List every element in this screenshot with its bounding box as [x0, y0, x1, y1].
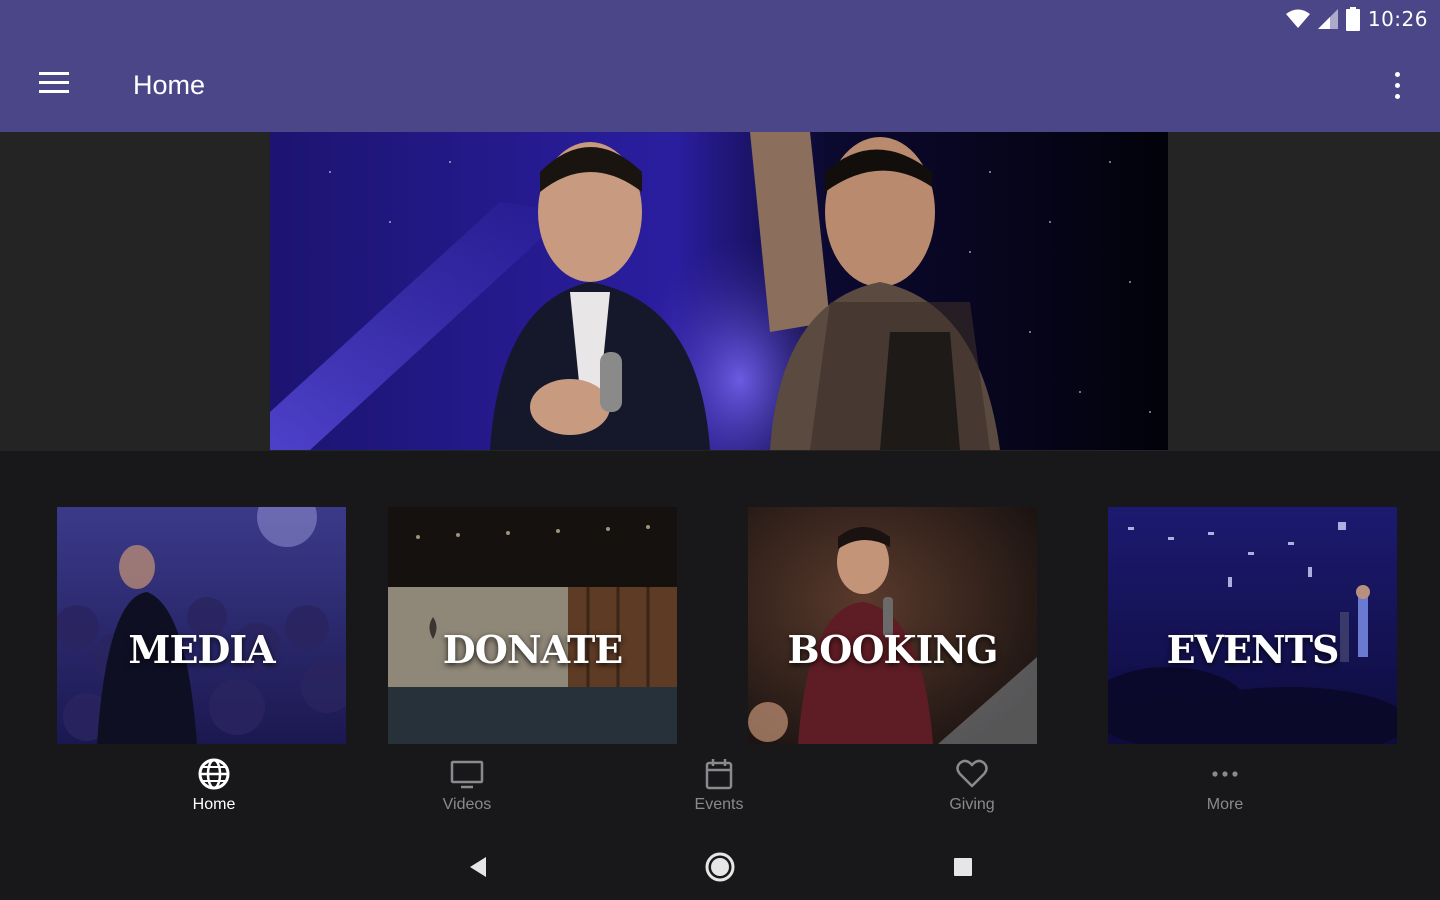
wifi-icon: [1285, 9, 1310, 28]
back-icon[interactable]: [460, 849, 496, 885]
hero-artwork: [270, 132, 1168, 450]
tile-donate-image: [388, 507, 677, 744]
status-time: 10:26: [1367, 7, 1428, 31]
home-circle-icon[interactable]: [702, 849, 738, 885]
hero-banner-image[interactable]: [270, 132, 1168, 450]
nav-label-more: More: [1206, 796, 1244, 813]
overflow-dot: [1394, 83, 1400, 88]
tile-media-image: [57, 507, 346, 744]
tile-grid: MEDIA DONATE BOOKING EVENTS: [0, 451, 1440, 751]
overflow-dot: [1394, 94, 1400, 99]
tile-events-label: EVENTS: [1166, 627, 1340, 672]
tile-booking-image: [748, 507, 1037, 744]
battery-icon: [1345, 7, 1360, 31]
nav-item-events[interactable]: Events: [659, 757, 779, 823]
menu-icon: [39, 72, 69, 75]
nav-label-giving: Giving: [949, 796, 995, 813]
app-bar: Home: [0, 38, 1440, 132]
overflow-menu-button[interactable]: [1382, 66, 1412, 106]
tile-events-image: [1108, 507, 1397, 744]
nav-item-more[interactable]: More: [1165, 757, 1285, 823]
menu-icon-line: [39, 81, 69, 84]
recents-icon[interactable]: [945, 849, 981, 885]
more-horizontal-icon: [1212, 771, 1238, 777]
cell-signal-icon: [1317, 9, 1338, 29]
nav-item-videos[interactable]: Videos: [407, 757, 527, 823]
bottom-navigation: Home Videos Events Giving More: [0, 751, 1440, 831]
status-bar: 10:26: [0, 0, 1440, 38]
tile-donate-label: DONATE: [442, 627, 623, 672]
tile-booking-label: BOOKING: [787, 627, 998, 672]
hero-section: [0, 132, 1440, 451]
heart-icon: [956, 759, 988, 788]
tile-donate[interactable]: DONATE: [388, 507, 677, 744]
nav-item-home[interactable]: Home: [154, 757, 274, 823]
system-navigation-bar: [0, 831, 1440, 900]
tile-events[interactable]: EVENTS: [1108, 507, 1397, 744]
tv-icon: [450, 760, 484, 789]
tile-media[interactable]: MEDIA: [57, 507, 346, 744]
menu-icon-line: [39, 90, 69, 93]
nav-label-home: Home: [192, 796, 236, 813]
nav-label-events: Events: [694, 796, 744, 813]
menu-button[interactable]: [30, 64, 78, 104]
status-icons: 10:26: [1285, 7, 1428, 31]
nav-label-videos: Videos: [442, 796, 492, 813]
tile-booking[interactable]: BOOKING: [748, 507, 1037, 744]
page-title: Home: [133, 70, 206, 100]
globe-icon: [198, 758, 230, 790]
tile-media-label: MEDIA: [128, 627, 275, 672]
calendar-icon: [705, 759, 733, 790]
nav-item-giving[interactable]: Giving: [912, 757, 1032, 823]
overflow-dots-icon: [1394, 72, 1400, 77]
